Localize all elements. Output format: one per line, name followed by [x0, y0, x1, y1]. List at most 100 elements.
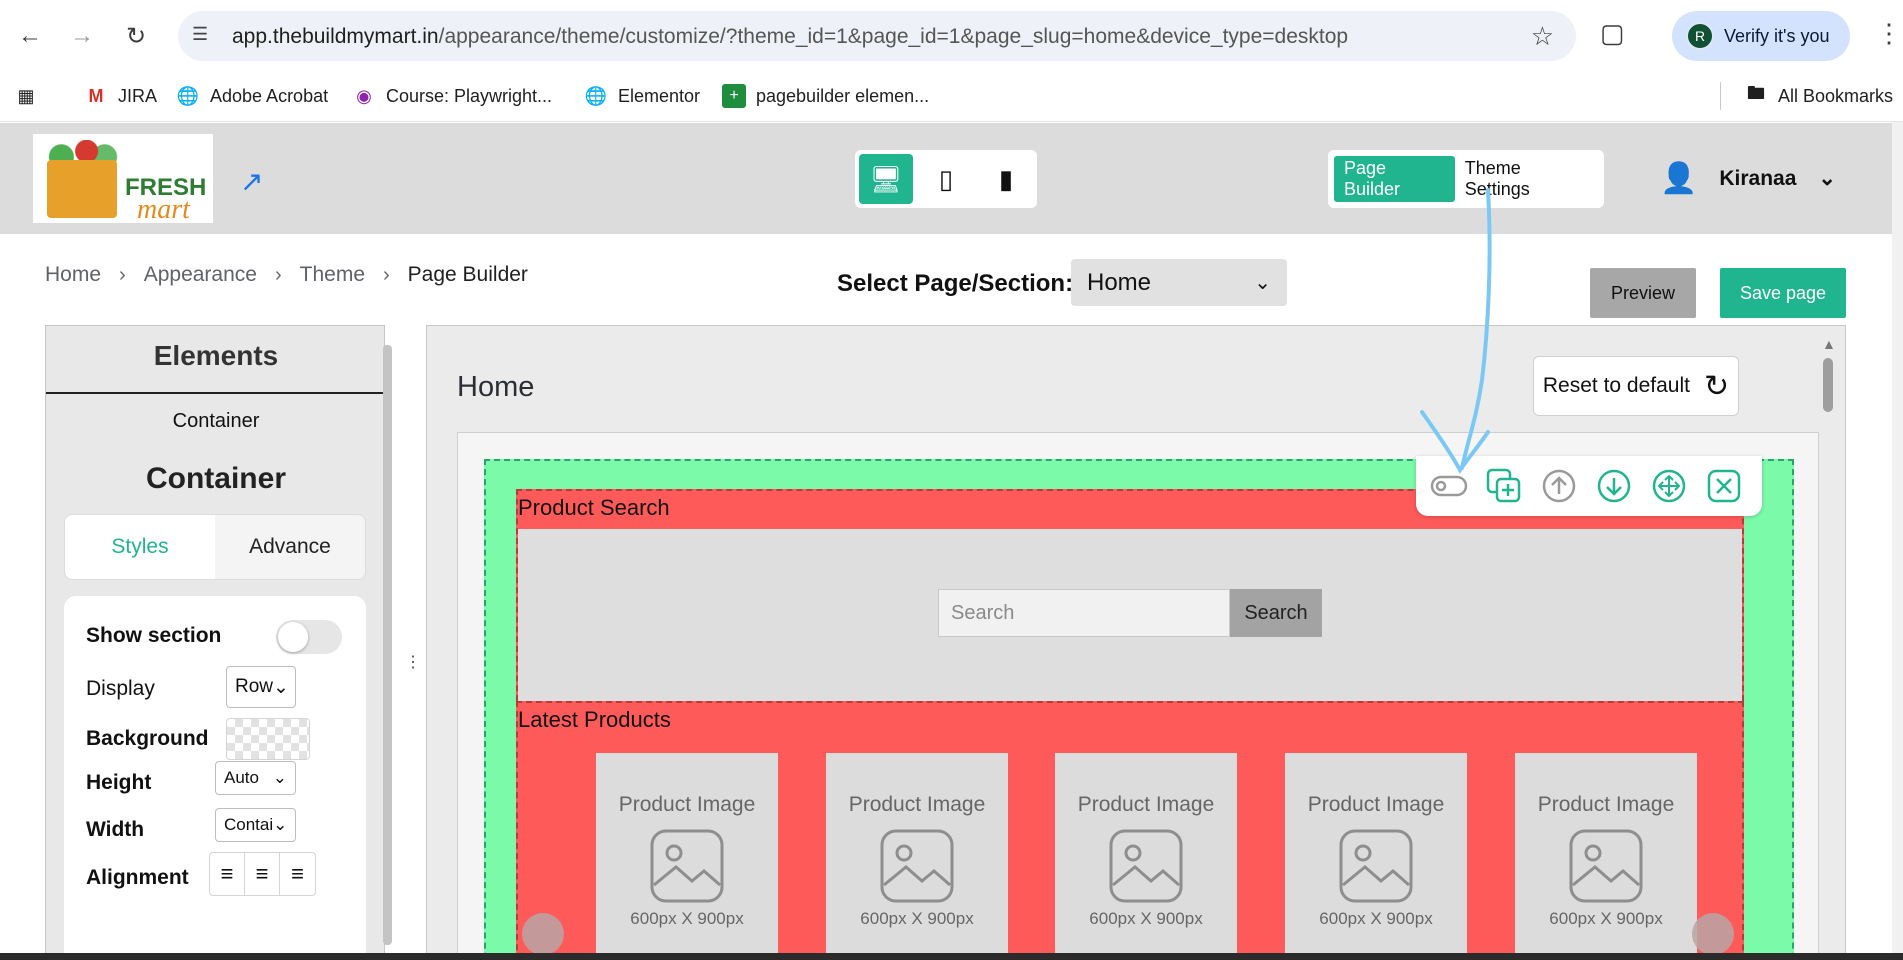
browser-toolbar: ← → ↻ ☰ app.thebuildmymart.in/appearance…: [0, 0, 1903, 74]
breadcrumb-current: Page Builder: [407, 263, 528, 286]
section-label: Latest Products: [518, 707, 671, 732]
panel-tabs: Styles Advance: [64, 514, 366, 580]
tablet-icon[interactable]: ▯: [919, 154, 973, 204]
all-bookmarks[interactable]: 🖿 All Bookmarks: [1744, 83, 1893, 108]
user-name: Kiranaa: [1719, 166, 1797, 190]
bookmark-pagebuilder[interactable]: + pagebuilder elemen...: [722, 84, 929, 108]
user-icon: 👤: [1660, 162, 1698, 195]
product-search-section[interactable]: Product Search Search Search: [516, 489, 1744, 701]
bookmark-adobe[interactable]: 🌐 Adobe Acrobat: [176, 84, 328, 108]
folder-icon: 🖿: [1747, 83, 1765, 103]
section-label: Product Search: [518, 495, 670, 520]
back-icon[interactable]: ←: [12, 18, 48, 54]
verify-profile-button[interactable]: R Verify it's you: [1672, 11, 1850, 61]
logo[interactable]: FRESH mart: [33, 134, 213, 225]
drag-move-icon[interactable]: [1650, 467, 1688, 505]
move-down-icon[interactable]: [1595, 467, 1633, 505]
tab-styles[interactable]: Styles: [65, 515, 215, 579]
display-label: Display: [86, 677, 155, 700]
avatar: R: [1686, 22, 1714, 50]
image-placeholder-icon: [1339, 829, 1413, 903]
image-placeholder-icon: [880, 829, 954, 903]
background-color-picker[interactable]: [226, 718, 310, 760]
chevron-down-icon: ⌄: [272, 768, 287, 787]
chevron-right-icon: ›: [119, 263, 126, 286]
breadcrumb: Home › Appearance › Theme › Page Builder: [45, 263, 528, 287]
apps-grid-icon[interactable]: ▦: [14, 84, 38, 108]
breadcrumb-home[interactable]: Home: [45, 263, 101, 287]
forward-icon[interactable]: →: [64, 18, 100, 54]
open-site-icon[interactable]: ↗: [240, 165, 263, 198]
product-card[interactable]: Product Image 600px X 900px: [1285, 753, 1467, 959]
reload-icon[interactable]: ↻: [118, 18, 154, 54]
bookmark-elementor[interactable]: 🌐 Elementor: [584, 84, 700, 108]
tab-theme-settings[interactable]: Theme Settings: [1455, 156, 1598, 202]
bookmark-star-icon[interactable]: ☆: [1531, 21, 1554, 52]
height-select[interactable]: Auto ⌄: [215, 761, 296, 795]
display-select[interactable]: Row ⌄: [226, 666, 296, 708]
chevron-down-icon: ⌄: [273, 815, 288, 834]
panel-scrollbar[interactable]: [383, 345, 392, 945]
user-menu[interactable]: 👤 Kiranaa ⌄: [1660, 161, 1836, 196]
globe-icon: 🌐: [176, 85, 200, 106]
element-type: Container: [172, 410, 260, 432]
bookmark-course[interactable]: ◉ Course: Playwright...: [352, 84, 552, 108]
panel-divider: [46, 392, 384, 394]
save-page-button[interactable]: Save page: [1720, 268, 1846, 318]
preview-button[interactable]: Preview: [1590, 268, 1696, 318]
page-select[interactable]: Home ⌄: [1071, 259, 1287, 306]
extensions-icon[interactable]: ▢: [1600, 18, 1625, 49]
product-card[interactable]: Product Image 600px X 900px: [1515, 753, 1697, 959]
url-text[interactable]: app.thebuildmymart.in/appearance/theme/c…: [232, 25, 1348, 49]
breadcrumb-appearance[interactable]: Appearance: [144, 263, 257, 287]
search-input[interactable]: Search: [938, 589, 1230, 637]
move-up-icon[interactable]: [1540, 467, 1578, 505]
style-properties: Show section Display Row ⌄ Background Hei…: [64, 596, 366, 959]
width-select[interactable]: Contai ⌄: [215, 808, 296, 842]
width-label: Width: [86, 818, 145, 841]
show-section-toggle[interactable]: [276, 620, 342, 654]
align-left-icon[interactable]: ≡: [210, 853, 245, 895]
element-toolbar: [1416, 456, 1762, 516]
address-bar[interactable]: ☰ app.thebuildmymart.in/appearance/theme…: [178, 11, 1576, 61]
sheets-icon: +: [722, 84, 746, 108]
bookmark-jira[interactable]: M JIRA: [84, 84, 158, 108]
desktop-icon[interactable]: 🖥: [859, 154, 913, 204]
tab-advance[interactable]: Advance: [215, 515, 365, 579]
delete-icon[interactable]: [1705, 467, 1743, 505]
browser-menu-icon[interactable]: ⋮: [1876, 18, 1902, 49]
selected-container[interactable]: Product Search Search Search Latest Prod…: [484, 459, 1794, 959]
canvas-title: Home: [457, 371, 535, 403]
carousel-prev-button[interactable]: [522, 913, 564, 955]
duplicate-icon[interactable]: [1485, 467, 1523, 505]
bookmarks-bar: ▦ M JIRA 🌐 Adobe Acrobat ◉ Course: Playwrig…: [0, 74, 1903, 122]
mobile-icon[interactable]: ▮: [979, 154, 1033, 204]
image-placeholder-icon: [1569, 829, 1643, 903]
scroll-up-icon[interactable]: ▲: [1822, 336, 1836, 352]
window-scrollbar[interactable]: [1892, 122, 1903, 960]
search-button[interactable]: Search: [1230, 589, 1322, 637]
chevron-down-icon: ⌄: [1818, 167, 1837, 190]
tab-page-builder[interactable]: Page Builder: [1334, 156, 1455, 202]
globe-icon: 🌐: [584, 85, 608, 106]
latest-products-section[interactable]: Latest Products Product Image 600px X 90…: [516, 701, 1744, 959]
canvas-scrollbar[interactable]: [1823, 358, 1833, 412]
align-center-icon[interactable]: ≡: [245, 853, 280, 895]
product-card[interactable]: Product Image 600px X 900px: [1055, 753, 1237, 959]
carousel-next-button[interactable]: [1692, 913, 1734, 955]
breadcrumb-theme[interactable]: Theme: [300, 263, 365, 287]
align-right-icon[interactable]: ≡: [280, 853, 315, 895]
page-select-value: Home: [1087, 268, 1152, 296]
product-card[interactable]: Product Image 600px X 900px: [596, 753, 778, 959]
device-switcher: 🖥 ▯ ▮: [855, 150, 1037, 208]
site-settings-icon[interactable]: ☰: [192, 24, 216, 48]
mode-switcher: Page Builder Theme Settings: [1328, 150, 1604, 208]
product-card[interactable]: Product Image 600px X 900px: [826, 753, 1008, 959]
page-canvas: Home Reset to default ↻ ▲ Product Search…: [426, 325, 1846, 960]
alignment-label: Alignment: [86, 866, 189, 889]
chevron-right-icon: ›: [274, 263, 282, 286]
toggle-visibility-icon[interactable]: [1430, 467, 1468, 505]
reset-to-default-button[interactable]: Reset to default ↻: [1533, 356, 1739, 416]
show-section-label: Show section: [86, 624, 222, 647]
elements-panel: Elements Container Container Styles Adva…: [45, 325, 385, 960]
